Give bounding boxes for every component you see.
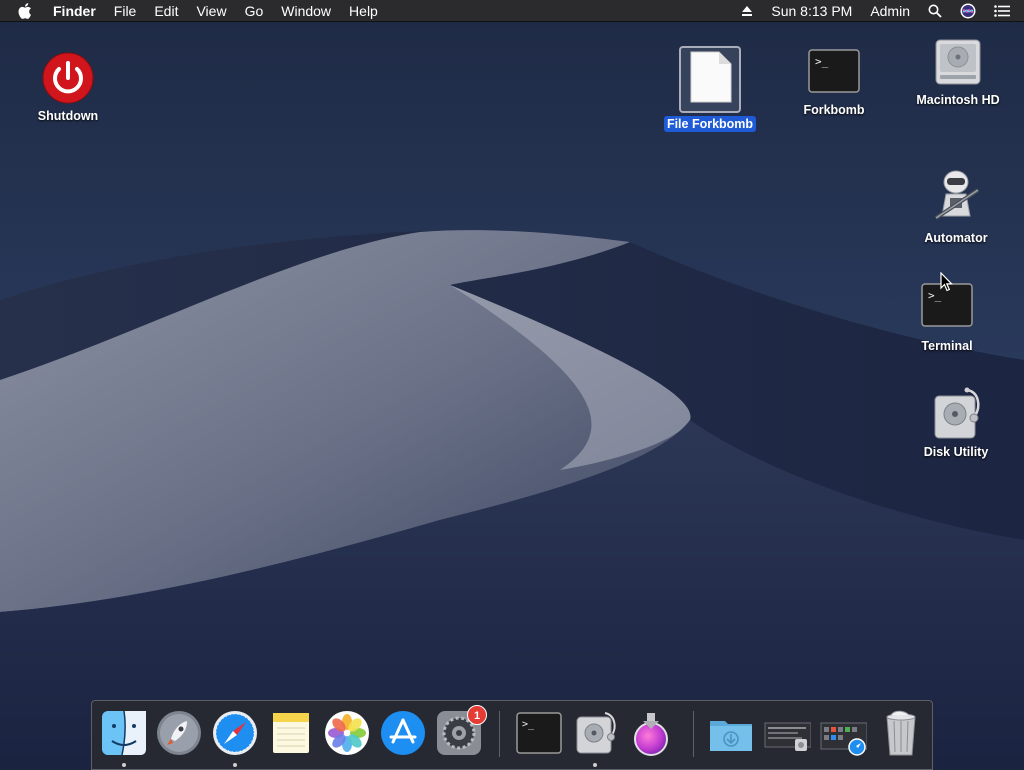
desktop-icon-shutdown[interactable]: Shutdown: [30, 52, 106, 124]
menu-file[interactable]: File: [105, 0, 146, 22]
terminal-icon: >_: [808, 49, 860, 93]
dock-item-recent-documents[interactable]: [763, 709, 812, 757]
desktop-icon-label: Forkbomb: [803, 103, 865, 117]
eject-icon[interactable]: [732, 5, 762, 17]
dock-item-photos[interactable]: [323, 709, 371, 757]
svg-text:>_: >_: [522, 719, 535, 730]
dock-item-downloads[interactable]: [707, 709, 755, 757]
menu-go[interactable]: Go: [236, 0, 273, 22]
desktop-icon-label: Disk Utility: [923, 445, 989, 459]
desktop-icon-label: Terminal: [921, 339, 973, 353]
menu-help[interactable]: Help: [340, 0, 387, 22]
dock-item-system-preferences[interactable]: 1: [435, 705, 487, 757]
desktop-icon-label: Shutdown: [37, 109, 99, 123]
notes-icon: [273, 713, 309, 753]
dock-separator: [499, 711, 500, 757]
desktop-icon-forkbomb[interactable]: >_ Forkbomb: [794, 48, 874, 118]
finder-icon: [102, 710, 146, 756]
safari-compass-icon: [213, 711, 257, 755]
spotlight-search-icon[interactable]: [919, 4, 951, 18]
desktop-icon-terminal[interactable]: >_ Terminal: [912, 282, 982, 354]
downloads-folder-icon: [710, 721, 752, 751]
selection-highlight: [679, 46, 741, 113]
running-indicator: [233, 763, 237, 767]
dock-item-safari[interactable]: [211, 709, 259, 757]
dock-item-launchpad[interactable]: [155, 709, 203, 757]
menu-clock[interactable]: Sun 8:13 PM: [762, 0, 861, 22]
launchpad-rocket-icon: [157, 711, 201, 755]
dock-item-notes[interactable]: [267, 709, 315, 757]
notification-badge: 1: [467, 705, 487, 725]
dock-item-app-store[interactable]: [379, 709, 427, 757]
menu-user[interactable]: Admin: [861, 0, 919, 22]
running-indicator: [122, 763, 126, 767]
desktop-icon-disk-utility[interactable]: Disk Utility: [912, 386, 1000, 460]
dock-item-trash[interactable]: [877, 709, 925, 757]
installer-icon: [634, 713, 668, 756]
desktop-icon-label: Automator: [924, 231, 988, 245]
dock-item-installer[interactable]: [627, 709, 675, 757]
apple-icon[interactable]: [0, 2, 44, 19]
trash-icon: [886, 710, 916, 756]
disk-utility-icon: [576, 712, 616, 754]
menu-app-name[interactable]: Finder: [44, 0, 105, 22]
terminal-icon: >_: [516, 712, 562, 754]
desktop-icon-macintosh-hd[interactable]: Macintosh HD: [910, 34, 1006, 108]
notification-center-icon[interactable]: [985, 5, 1024, 17]
dock-item-terminal[interactable]: >_: [515, 709, 563, 757]
app-store-icon: [381, 711, 425, 755]
menu-bar: Finder File Edit View Go Window Help Sun…: [0, 0, 1024, 22]
disk-utility-icon: [934, 387, 980, 439]
menu-view[interactable]: View: [187, 0, 235, 22]
svg-text:>_: >_: [815, 55, 829, 68]
desktop-icon-label: File Forkbomb: [663, 116, 757, 132]
documents-stack-icon: [764, 722, 812, 751]
document-icon: [690, 51, 732, 103]
applications-stack-icon: [820, 722, 868, 756]
desktop-icon-label: Macintosh HD: [916, 93, 1000, 107]
dock-item-disk-utility[interactable]: [571, 709, 619, 757]
siri-icon[interactable]: [951, 3, 985, 19]
desktop-icon-automator[interactable]: Automator: [916, 168, 996, 246]
dock-item-finder[interactable]: [100, 709, 148, 757]
hard-drive-icon: [935, 39, 981, 85]
photos-flower-icon: [325, 711, 369, 755]
dock-item-applications[interactable]: [819, 709, 868, 757]
power-icon: [42, 52, 94, 104]
menu-edit[interactable]: Edit: [145, 0, 187, 22]
dock: 1 >_: [91, 700, 933, 770]
dock-separator: [693, 711, 694, 757]
automator-robot-icon: [934, 170, 980, 220]
desktop-icon-file-forkbomb[interactable]: File Forkbomb: [660, 46, 760, 132]
mouse-cursor-icon: [940, 272, 953, 292]
menu-window[interactable]: Window: [272, 0, 340, 22]
running-indicator: [593, 763, 597, 767]
